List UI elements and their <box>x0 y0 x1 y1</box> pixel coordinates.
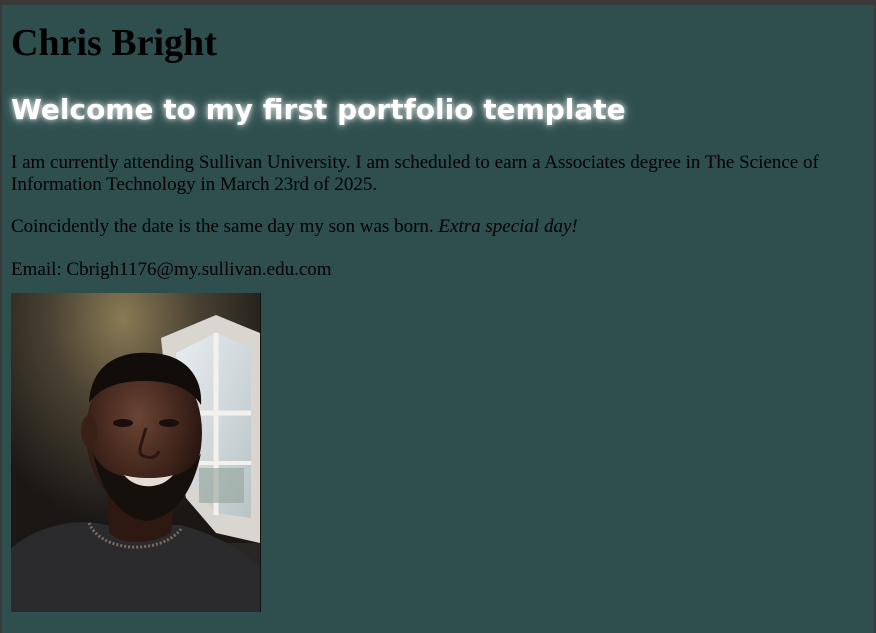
intro-paragraph: I am currently attending Sullivan Univer… <box>11 152 819 195</box>
coincidence-emphasis: Extra special day! <box>438 216 578 237</box>
email-paragraph: Email: Cbrigh1176@my.sullivan.edu.com <box>11 259 332 280</box>
page-content: Chris Bright Welcome to my first portfol… <box>2 21 874 612</box>
welcome-heading: Welcome to my first portfolio template <box>11 93 626 126</box>
coincidence-paragraph: Coincidently the date is the same day my… <box>11 216 871 238</box>
portrait-photo <box>11 293 261 612</box>
coincidence-text: Coincidently the date is the same day my… <box>11 216 434 237</box>
page-title: Chris Bright <box>11 22 217 64</box>
